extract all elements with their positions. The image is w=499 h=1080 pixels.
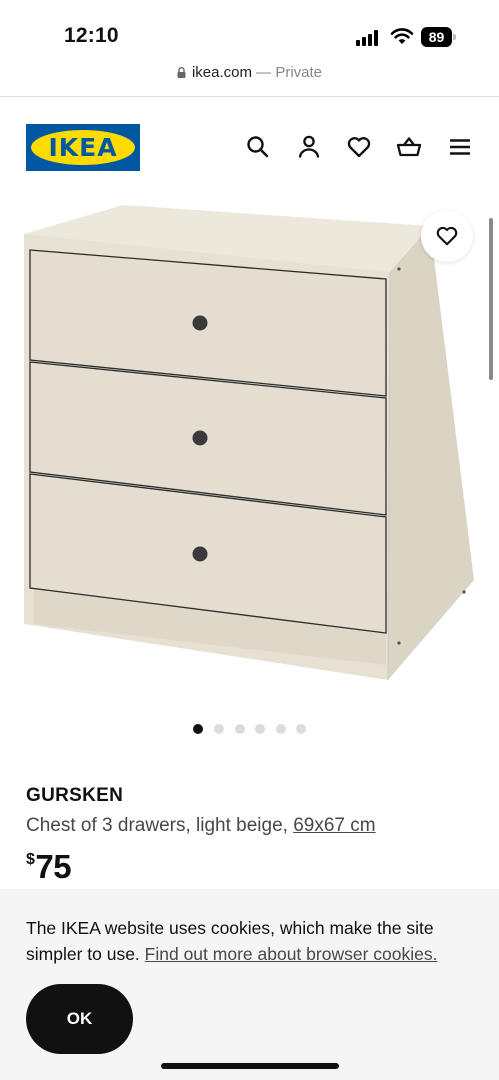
carousel-dot[interactable] xyxy=(296,724,306,734)
save-to-favourites-button[interactable] xyxy=(421,210,473,262)
url-bar[interactable]: ikea.com — Private xyxy=(0,64,499,92)
carousel-dot[interactable] xyxy=(276,724,286,734)
url-text: ikea.com xyxy=(191,64,252,81)
cookie-info-link[interactable]: Find out more about browser cookies. xyxy=(145,944,438,964)
scrollbar[interactable] xyxy=(489,218,493,380)
divider xyxy=(0,96,499,97)
cookie-text: The IKEA website uses cookies, which mak… xyxy=(26,915,476,967)
product-name: GURSKEN xyxy=(26,785,124,806)
account-icon[interactable] xyxy=(296,134,322,160)
search-icon[interactable] xyxy=(245,134,271,160)
signal-icon xyxy=(356,30,382,46)
product-image[interactable] xyxy=(0,195,499,695)
product-description: Chest of 3 drawers, light beige, 69x67 c… xyxy=(26,815,376,837)
drawer-knob xyxy=(192,430,208,446)
wifi-icon xyxy=(390,28,414,44)
battery-level: 89 xyxy=(421,27,452,47)
home-indicator[interactable] xyxy=(161,1063,339,1069)
ikea-logo[interactable]: IKEA xyxy=(26,124,140,171)
favourites-icon[interactable] xyxy=(346,134,372,160)
cookie-banner: The IKEA website uses cookies, which mak… xyxy=(0,889,499,1080)
battery-icon: 89 xyxy=(421,27,457,47)
menu-icon[interactable] xyxy=(447,134,473,160)
cart-icon[interactable] xyxy=(396,134,422,160)
size-link[interactable]: 69x67 cm xyxy=(293,815,375,836)
carousel-dot[interactable] xyxy=(214,724,224,734)
drawer-knob xyxy=(192,315,208,331)
carousel-dot[interactable] xyxy=(235,724,245,734)
carousel-dot[interactable] xyxy=(255,724,265,734)
heart-icon xyxy=(436,226,458,246)
price-value: 75 xyxy=(35,848,72,885)
status-bar: 12:10 89 xyxy=(0,0,499,62)
price-currency: $ xyxy=(26,851,35,868)
product-price: $75 xyxy=(26,848,72,886)
lock-icon xyxy=(177,67,186,78)
status-time: 12:10 xyxy=(64,24,119,47)
ok-button[interactable]: OK xyxy=(26,984,133,1054)
product-description-text: Chest of 3 drawers, light beige, xyxy=(26,815,288,836)
url-separator: — xyxy=(256,64,272,81)
private-label: Private xyxy=(275,64,323,81)
carousel-dot[interactable] xyxy=(193,724,203,734)
logo-text: IKEA xyxy=(48,133,118,162)
image-carousel-dots xyxy=(193,724,313,734)
drawer-knob xyxy=(192,546,208,562)
